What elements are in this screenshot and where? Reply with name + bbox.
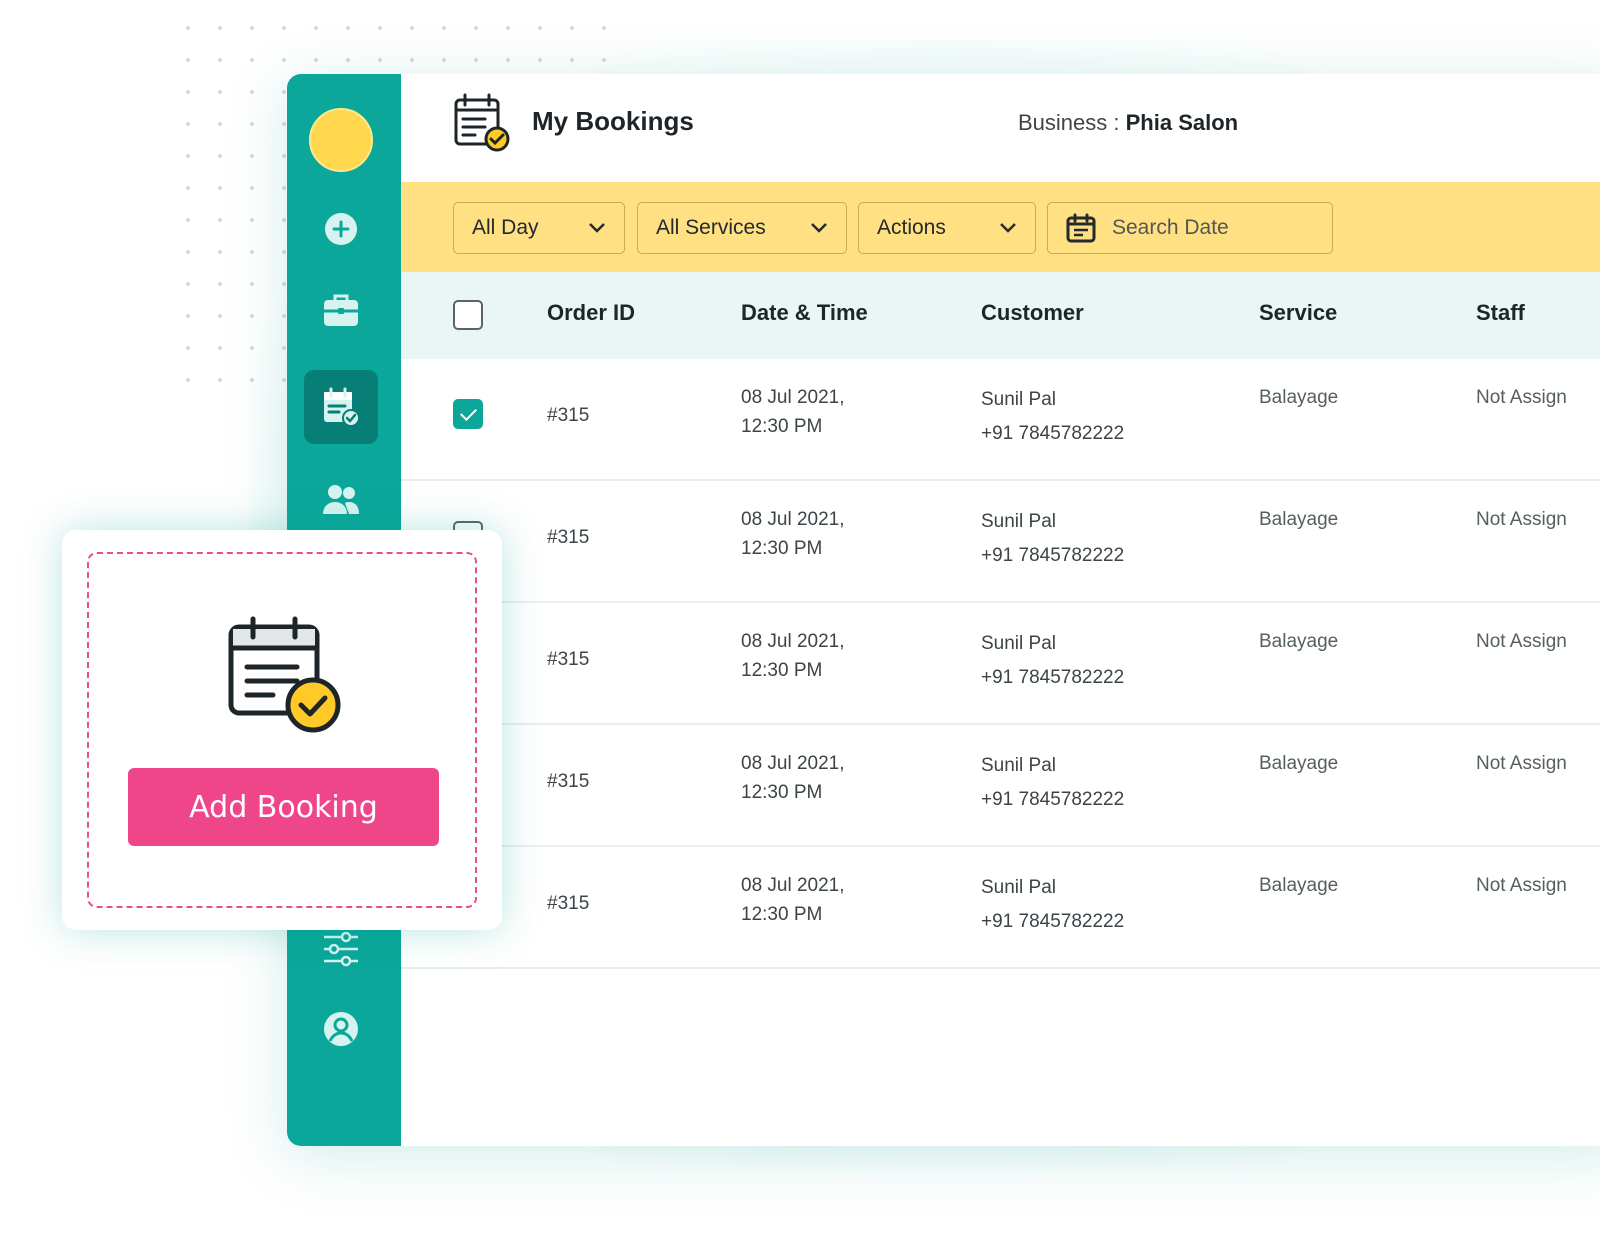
table-row[interactable]: #315 08 Jul 2021, 12:30 PM Sunil Pal +91 7… bbox=[401, 847, 1600, 969]
business-info: Business : Phia Salon bbox=[1018, 110, 1238, 136]
service: Balayage bbox=[1259, 875, 1339, 896]
day-filter-dropdown[interactable]: All Day bbox=[453, 202, 625, 254]
business-label: Business : bbox=[1018, 110, 1120, 135]
main-content: My Bookings Business : Phia Salon All Da… bbox=[401, 74, 1600, 1146]
booking-time: 12:30 PM bbox=[741, 660, 823, 681]
staff: Not Assign bbox=[1476, 875, 1567, 896]
booking-date: 08 Jul 2021, bbox=[741, 509, 845, 530]
chevron-down-icon bbox=[589, 223, 605, 233]
services-filter-dropdown[interactable]: All Services bbox=[637, 202, 847, 254]
booking-time: 12:30 PM bbox=[741, 904, 823, 925]
date-time: 08 Jul 2021, 12:30 PM bbox=[741, 871, 845, 929]
chevron-down-icon bbox=[811, 223, 827, 233]
add-booking-button[interactable]: Add Booking bbox=[128, 768, 439, 846]
customer-phone: +91 7845782222 bbox=[981, 423, 1125, 444]
calendar-check-icon bbox=[454, 93, 510, 152]
booking-date: 08 Jul 2021, bbox=[741, 387, 845, 408]
page-title: My Bookings bbox=[532, 106, 694, 136]
bookings-table-body: #315 08 Jul 2021, 12:30 PM Sunil Pal +91 7… bbox=[401, 359, 1600, 969]
sidebar-item-profile[interactable] bbox=[304, 992, 378, 1066]
logo-avatar[interactable] bbox=[309, 108, 373, 172]
day-filter-label: All Day bbox=[472, 216, 539, 239]
table-row[interactable]: #315 08 Jul 2021, 12:30 PM Sunil Pal +91 7… bbox=[401, 359, 1600, 481]
customer-phone: +91 7845782222 bbox=[981, 667, 1125, 688]
service: Balayage bbox=[1259, 387, 1339, 408]
column-header-service[interactable]: Service bbox=[1259, 300, 1337, 326]
actions-label: Actions bbox=[877, 216, 946, 239]
customer: Sunil Pal +91 7845782222 bbox=[981, 383, 1124, 451]
add-booking-card: Add Booking bbox=[62, 530, 502, 930]
booking-time: 12:30 PM bbox=[741, 416, 823, 437]
customer-name: Sunil Pal bbox=[981, 389, 1056, 410]
staff: Not Assign bbox=[1476, 631, 1567, 652]
search-date-placeholder: Search Date bbox=[1112, 216, 1229, 239]
staff: Not Assign bbox=[1476, 753, 1567, 774]
booking-date: 08 Jul 2021, bbox=[741, 753, 845, 774]
calendar-icon bbox=[1066, 213, 1096, 243]
table-row[interactable]: #315 08 Jul 2021, 12:30 PM Sunil Pal +91 7… bbox=[401, 481, 1600, 603]
customer: Sunil Pal +91 7845782222 bbox=[981, 627, 1124, 695]
column-header-staff[interactable]: Staff bbox=[1476, 300, 1525, 326]
date-time: 08 Jul 2021, 12:30 PM bbox=[741, 627, 845, 685]
actions-dropdown[interactable]: Actions bbox=[858, 202, 1036, 254]
customer: Sunil Pal +91 7845782222 bbox=[981, 505, 1124, 573]
customer-phone: +91 7845782222 bbox=[981, 545, 1125, 566]
customer: Sunil Pal +91 7845782222 bbox=[981, 749, 1124, 817]
chevron-down-icon bbox=[1000, 223, 1016, 233]
user-circle-icon bbox=[324, 1012, 358, 1046]
date-time: 08 Jul 2021, 12:30 PM bbox=[741, 749, 845, 807]
customer-name: Sunil Pal bbox=[981, 511, 1056, 532]
order-id: #315 bbox=[547, 771, 590, 792]
briefcase-icon bbox=[324, 294, 358, 326]
booking-date: 08 Jul 2021, bbox=[741, 631, 845, 652]
booking-time: 12:30 PM bbox=[741, 538, 823, 559]
select-all-checkbox[interactable] bbox=[453, 300, 483, 330]
date-time: 08 Jul 2021, 12:30 PM bbox=[741, 383, 845, 441]
column-header-order-id[interactable]: Order ID bbox=[547, 300, 635, 326]
booking-date: 08 Jul 2021, bbox=[741, 875, 845, 896]
plus-circle-icon bbox=[325, 213, 357, 245]
sidebar-item-add[interactable] bbox=[304, 192, 378, 266]
column-header-date-time[interactable]: Date & Time bbox=[741, 300, 868, 326]
staff: Not Assign bbox=[1476, 387, 1567, 408]
sidebar-item-bookings[interactable] bbox=[304, 370, 378, 444]
sidebar-item-customers[interactable] bbox=[304, 462, 378, 536]
order-id: #315 bbox=[547, 405, 590, 426]
customer-phone: +91 7845782222 bbox=[981, 789, 1125, 810]
staff: Not Assign bbox=[1476, 509, 1567, 530]
customer-name: Sunil Pal bbox=[981, 755, 1056, 776]
filter-bar: All Day All Services Actions Search Date bbox=[401, 182, 1600, 272]
calendar-check-icon bbox=[324, 387, 360, 427]
customer-name: Sunil Pal bbox=[981, 633, 1056, 654]
table-header: Order ID Date & Time Customer Service St… bbox=[401, 272, 1600, 359]
service: Balayage bbox=[1259, 753, 1339, 774]
order-id: #315 bbox=[547, 527, 590, 548]
sliders-icon bbox=[324, 931, 358, 967]
sidebar-item-services[interactable] bbox=[304, 273, 378, 347]
customer-phone: +91 7845782222 bbox=[981, 911, 1125, 932]
business-name: Phia Salon bbox=[1125, 110, 1239, 135]
booking-time: 12:30 PM bbox=[741, 782, 823, 803]
service: Balayage bbox=[1259, 509, 1339, 530]
column-header-customer[interactable]: Customer bbox=[981, 300, 1084, 326]
table-row[interactable]: #315 08 Jul 2021, 12:30 PM Sunil Pal +91 7… bbox=[401, 603, 1600, 725]
top-header: My Bookings Business : Phia Salon bbox=[401, 74, 1600, 182]
calendar-check-icon bbox=[228, 616, 341, 733]
table-row[interactable]: #315 08 Jul 2021, 12:30 PM Sunil Pal +91 7… bbox=[401, 725, 1600, 847]
row-checkbox[interactable] bbox=[453, 399, 483, 429]
service: Balayage bbox=[1259, 631, 1339, 652]
search-date-input[interactable]: Search Date bbox=[1047, 202, 1333, 254]
customer-name: Sunil Pal bbox=[981, 877, 1056, 898]
order-id: #315 bbox=[547, 893, 590, 914]
order-id: #315 bbox=[547, 649, 590, 670]
customer: Sunil Pal +91 7845782222 bbox=[981, 871, 1124, 939]
services-filter-label: All Services bbox=[656, 216, 766, 239]
users-icon bbox=[323, 485, 359, 514]
date-time: 08 Jul 2021, 12:30 PM bbox=[741, 505, 845, 563]
